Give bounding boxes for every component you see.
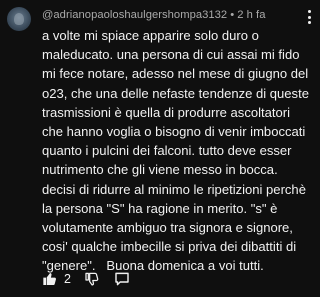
dislike-button[interactable] [84,271,113,287]
reply-button[interactable] [113,270,131,288]
comment-actions: 2 [42,269,131,289]
comment-line: cosi' qualche imbecille si priva dei dib… [42,239,297,255]
like-button[interactable] [42,271,58,287]
meta-separator: • [230,9,235,21]
comment-line: volutamente ambiguo tra signora e signor… [42,220,293,236]
comment-line: a volte mi spiace apparire solo duro o [42,28,259,43]
reply-bubble-icon [115,272,129,286]
comment-line: decisi di ridurre al minimo le ripetizio… [42,181,306,197]
kebab-menu-icon[interactable] [302,9,316,25]
comment-line: che hanno voglia o bisogno di venir imbo… [42,124,306,140]
comment-line: quanto i pulcini dei falconi. tutto deve… [42,143,292,159]
like-count: 2 [64,272,71,286]
thumbs-down-icon [85,272,99,286]
comment-line: trasmissioni è quella di produrre ascolt… [42,104,291,120]
comment-line: nutrimento che gli viene messo in bocca. [42,162,278,178]
comment-line: la persona "S" ha ragione in merito. "s"… [42,200,278,216]
author-name[interactable]: @adrianopaoloshaulgershompa3132 [42,9,227,21]
avatar[interactable] [7,7,31,31]
comment-text: a volte mi spiace apparire solo duro o ma… [42,26,316,276]
comment-line: maleducato. una persona di cui assai mi … [42,47,300,63]
comment-line: mi fece notare, adesso nel mese di giugn… [42,66,309,82]
comment-line: o23, che una delle nefaste tendenze di q… [42,85,309,101]
thumbs-up-icon [43,273,56,285]
comment-time[interactable]: 2 h fa [237,9,265,21]
comment-header: @adrianopaoloshaulgershompa3132 • 2 h fa [42,9,265,21]
